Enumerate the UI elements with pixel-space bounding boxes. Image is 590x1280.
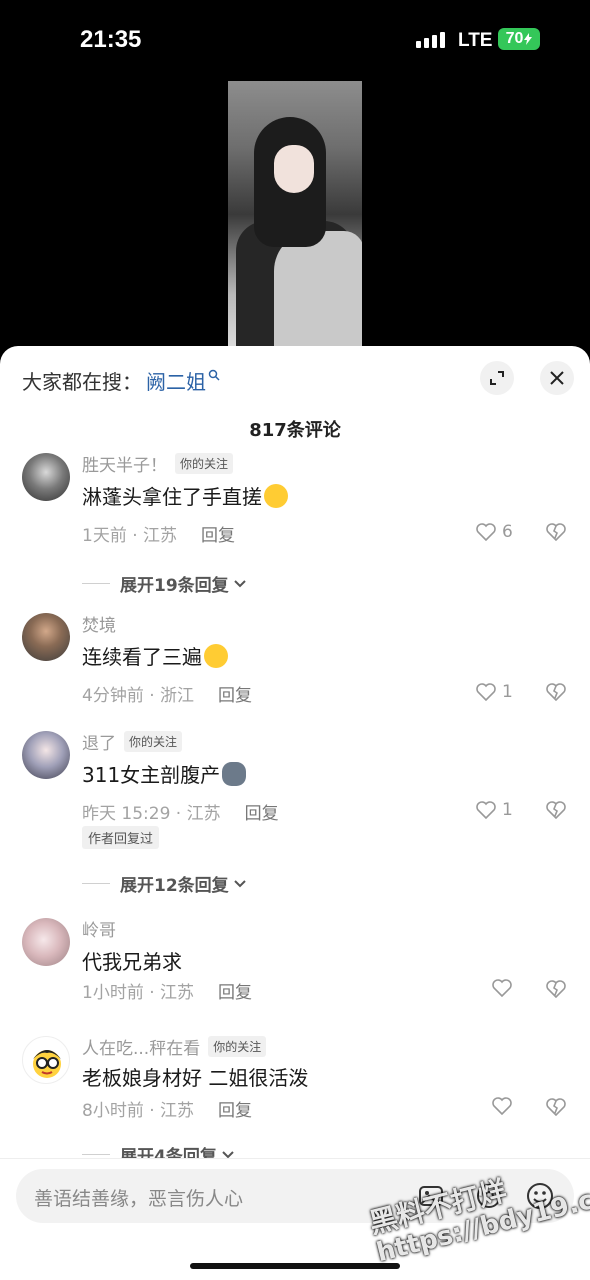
avatar[interactable] xyxy=(22,453,70,501)
rubbing-hands-emoji-icon xyxy=(264,483,288,508)
comment-time-location: 昨天 15:29 · 江苏 xyxy=(82,804,221,824)
like-button[interactable] xyxy=(492,1097,512,1115)
comment-nickname-row: 胜天半子！ 你的关注 xyxy=(82,451,234,476)
comment-nickname-row: 岭哥 xyxy=(82,916,116,941)
comment-nickname-row: 退了 你的关注 xyxy=(82,729,183,754)
comment-text: 淋蓬头拿住了手直搓 xyxy=(82,485,262,509)
comment-nickname[interactable]: 胜天半子！ xyxy=(82,451,167,476)
laughing-emoji-icon xyxy=(204,643,228,668)
reply-button[interactable]: 回复 xyxy=(201,521,235,546)
avatar[interactable] xyxy=(22,613,70,661)
comment-text-row: 连续看了三遍 xyxy=(82,641,228,670)
comment-text: 311女主剖腹产 xyxy=(82,763,221,787)
broken-heart-icon xyxy=(546,980,566,999)
comment-text-row: 淋蓬头拿住了手直搓 xyxy=(82,481,288,510)
reply-button[interactable]: 回复 xyxy=(218,681,252,706)
broken-heart-icon xyxy=(546,523,566,542)
reply-button[interactable]: 回复 xyxy=(218,978,252,1003)
comment-time-location: 8小时前 · 江苏 xyxy=(82,1101,195,1121)
expand-icon xyxy=(490,371,504,385)
comment-sheet: 大家都在搜： 阙二姐 817条评论 胜天半子！ 你的关注 淋蓬头拿住了手直搓 1… xyxy=(0,346,590,1280)
dislike-button[interactable] xyxy=(546,1098,566,1120)
comment-meta: 1小时前 · 江苏 回复 xyxy=(82,978,252,1003)
expand-button[interactable] xyxy=(480,361,514,395)
expand-replies-button[interactable]: 展开19条回复 xyxy=(82,571,247,596)
status-bar: 21:35 LTE 70 xyxy=(0,0,590,80)
trending-search-label: 大家都在搜： xyxy=(22,369,142,394)
battery-level: 70 xyxy=(505,30,524,47)
cartoon-avatar-icon xyxy=(33,1050,61,1078)
chevron-down-icon xyxy=(233,579,246,587)
follow-tag: 你的关注 xyxy=(208,1036,267,1057)
comment-text: 老板娘身材好 二姐很活泼 xyxy=(82,1066,309,1090)
broken-heart-icon xyxy=(546,1098,566,1117)
chevron-down-icon xyxy=(233,879,246,887)
comment-nickname[interactable]: 退了 xyxy=(82,729,116,754)
follow-tag: 你的关注 xyxy=(175,453,234,474)
like-button[interactable]: 6 xyxy=(476,522,513,542)
video-preview[interactable] xyxy=(228,81,362,348)
comment-meta: 4分钟前 · 浙江 回复 xyxy=(82,681,252,706)
dislike-button[interactable] xyxy=(546,980,566,1002)
status-time: 21:35 xyxy=(80,26,142,53)
expand-replies-label: 展开12条回复 xyxy=(120,876,229,896)
comment-text-row: 311女主剖腹产 xyxy=(82,759,247,788)
follow-tag: 你的关注 xyxy=(124,731,183,752)
cellular-signal-icon xyxy=(416,30,445,48)
expand-replies-button[interactable]: 展开12条回复 xyxy=(82,871,247,896)
like-button[interactable]: 1 xyxy=(476,682,513,702)
avatar[interactable] xyxy=(22,1036,70,1084)
heart-icon xyxy=(492,1097,512,1115)
comment-time-location: 1天前 · 江苏 xyxy=(82,526,178,546)
broken-heart-icon xyxy=(546,801,566,820)
home-indicator xyxy=(190,1263,400,1269)
author-replied-tag: 作者回复过 xyxy=(82,826,160,849)
comment-meta: 昨天 15:29 · 江苏 回复 xyxy=(82,799,279,824)
heart-icon xyxy=(476,523,496,541)
trending-search-term[interactable]: 阙二姐 xyxy=(146,366,206,395)
heart-icon xyxy=(492,979,512,997)
like-count: 6 xyxy=(502,522,513,542)
close-icon xyxy=(550,371,564,385)
dislike-button[interactable] xyxy=(546,523,566,545)
avatar[interactable] xyxy=(22,918,70,966)
comment-time-location: 1小时前 · 江苏 xyxy=(82,983,195,1003)
heart-icon xyxy=(476,683,496,701)
comment-input-placeholder: 善语结善缘，恶言伤人心 xyxy=(34,1188,244,1210)
dislike-button[interactable] xyxy=(546,683,566,705)
like-button[interactable] xyxy=(492,979,512,997)
comment-meta: 1天前 · 江苏 回复 xyxy=(82,521,235,546)
network-type: LTE xyxy=(458,30,493,51)
heart-icon xyxy=(476,801,496,819)
comment-meta: 8小时前 · 江苏 回复 xyxy=(82,1096,252,1121)
broken-heart-icon xyxy=(546,683,566,702)
battery-indicator: 70 xyxy=(498,28,540,50)
reply-button[interactable]: 回复 xyxy=(245,799,279,824)
like-button[interactable]: 1 xyxy=(476,800,513,820)
trending-search[interactable]: 大家都在搜： 阙二姐 xyxy=(22,366,220,394)
reply-button[interactable]: 回复 xyxy=(218,1096,252,1121)
dislike-button[interactable] xyxy=(546,801,566,823)
expand-replies-label: 展开19条回复 xyxy=(120,576,229,596)
like-count: 1 xyxy=(502,682,513,702)
close-button[interactable] xyxy=(540,361,574,395)
like-count: 1 xyxy=(502,800,513,820)
comment-nickname[interactable]: 岭哥 xyxy=(82,916,116,941)
avatar[interactable] xyxy=(22,731,70,779)
comment-text: 代我兄弟求 xyxy=(82,950,182,974)
comment-time-location: 4分钟前 · 浙江 xyxy=(82,686,195,706)
comment-count: 817条评论 xyxy=(249,420,341,441)
comment-text-row: 代我兄弟求 xyxy=(82,946,182,975)
comment-nickname-row: 人在吃...秤在看 你的关注 xyxy=(82,1034,267,1059)
comment-nickname-row: 焚境 xyxy=(82,611,116,636)
charging-bolt-icon xyxy=(524,33,533,45)
comment-nickname[interactable]: 人在吃...秤在看 xyxy=(82,1034,200,1059)
comment-nickname[interactable]: 焚境 xyxy=(82,611,116,636)
search-icon xyxy=(208,369,220,381)
husky-emoji-icon xyxy=(222,761,247,786)
comment-text-row: 老板娘身材好 二姐很活泼 xyxy=(82,1062,308,1091)
comment-text: 连续看了三遍 xyxy=(82,645,202,669)
